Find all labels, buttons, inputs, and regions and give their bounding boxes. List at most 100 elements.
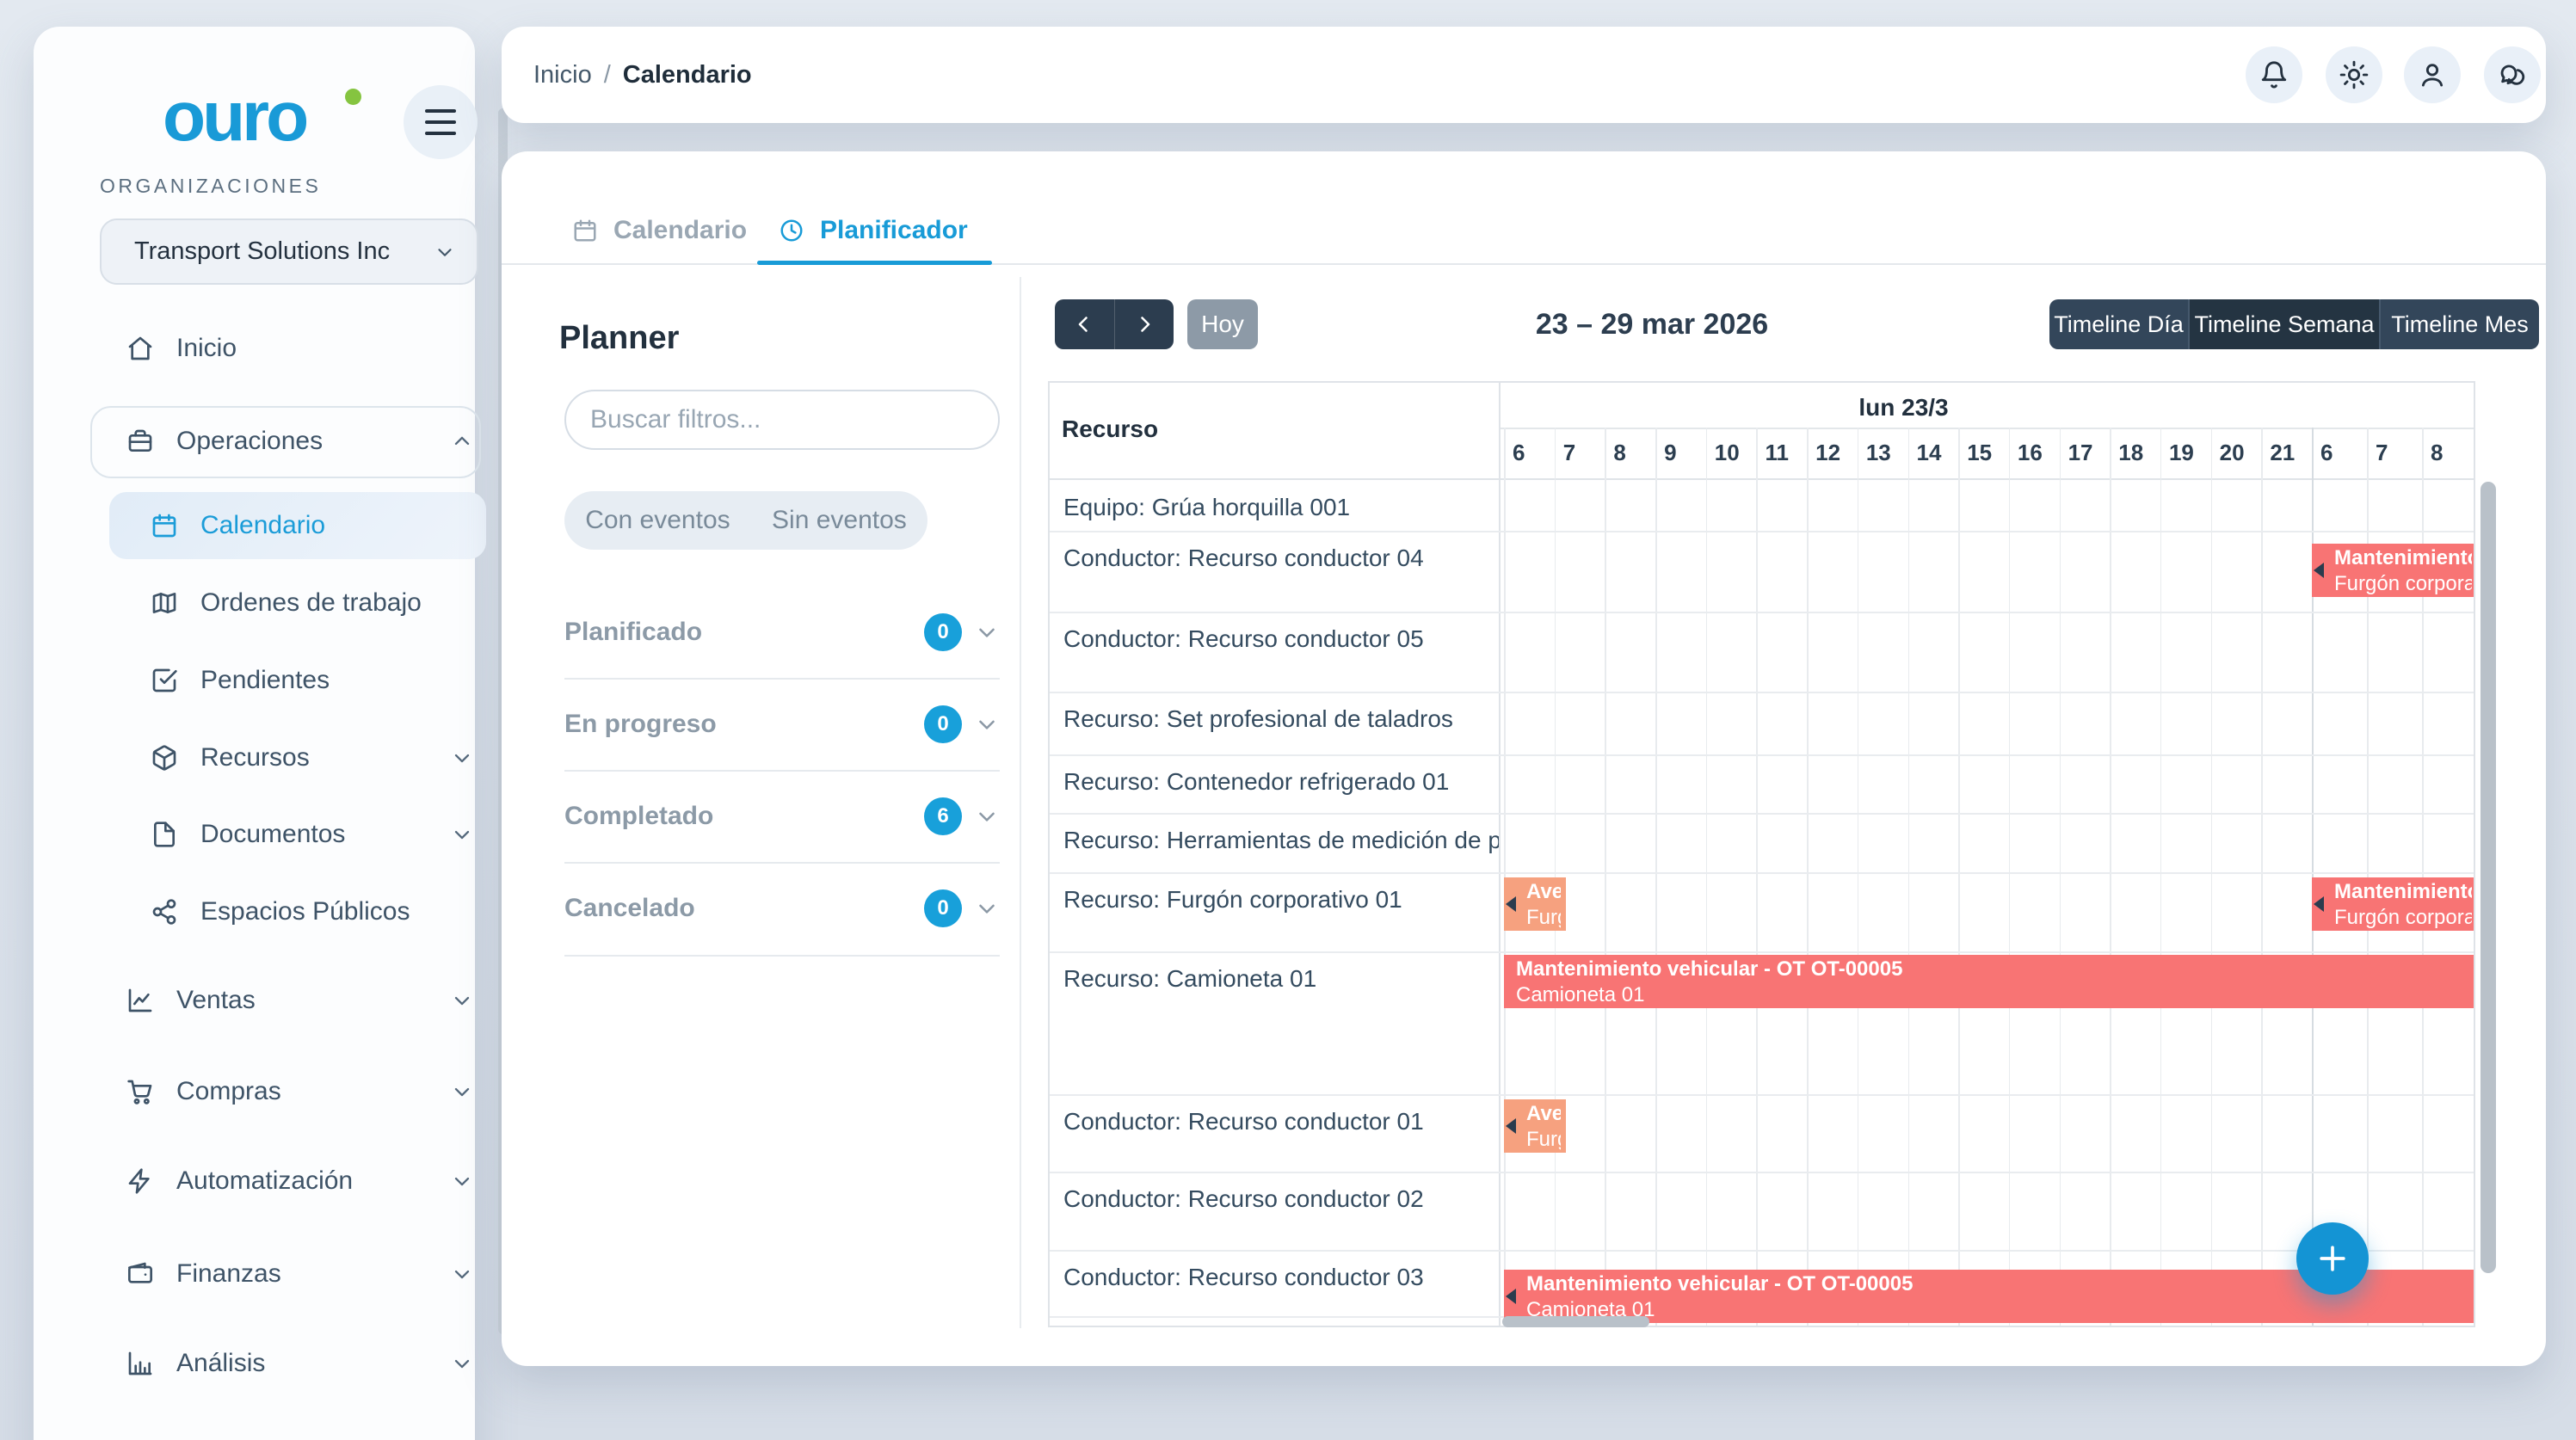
tab-planificador[interactable]: Planificador [779,206,968,255]
sidebar-item-label: Ordenes de trabajo [200,588,422,617]
sidebar-item-ventas[interactable]: Ventas [94,972,483,1029]
add-event-fab[interactable] [2296,1222,2369,1295]
box-icon [151,744,178,772]
check-square-icon [151,667,178,694]
planner-title: Planner [559,320,680,356]
sidebar-item-espacios-p-blicos[interactable]: Espacios Públicos [94,883,483,940]
breadcrumb-calendario: Calendario [622,60,752,89]
tab-calendario[interactable]: Calendario [572,206,747,255]
chat-button[interactable] [2484,46,2541,103]
view-button-timeline-mes[interactable]: Timeline Mes [2379,299,2539,349]
today-button[interactable]: Hoy [1187,299,1258,349]
calendar-icon [151,512,178,539]
resource-row-label: Recurso: Set profesional de taladros [1063,705,1453,732]
resource-row-label: Recurso: Contenedor refrigerado 01 [1063,768,1450,795]
status-section-cancelado[interactable]: Cancelado 0 [564,878,1000,938]
event-bar[interactable]: Mantenimiento ve Furgón corporativo [2312,877,2474,931]
event-title: Mantenimiento ve [2334,546,2472,569]
view-button-timeline-semana[interactable]: Timeline Semana [2188,299,2379,349]
sidebar-item-recursos[interactable]: Recursos [94,729,483,786]
next-period-button[interactable] [1113,299,1174,349]
hour-header-cell: 14 [1916,440,1942,465]
app-root: ouro ORGANIZACIONES Transport Solutions … [0,0,2576,1440]
user-icon [2418,60,2447,89]
tab-planificador-label: Planificador [820,216,968,244]
timeline-grid-body[interactable]: Equipo: Grúa horquilla 001 Conductor: Rec… [1050,480,2474,1326]
sidebar-item-compras[interactable]: Compras [94,1063,483,1120]
hour-header-cell: 6 [2320,440,2333,465]
event-subtitle: Furg… [1526,1128,1561,1151]
hour-header-cell: 8 [1613,440,1626,465]
resource-column-header: Recurso [1062,415,1159,442]
calendar-icon [572,218,598,243]
status-section-planificado[interactable]: Planificado 0 [564,602,1000,662]
prev-period-button[interactable] [1055,299,1114,349]
resource-row-label: Recurso: Camioneta 01 [1063,965,1317,992]
scheduler-grid: 6 7 8 9 10 11 12 13 14 15 16 17 18 19 20 21 6 7 8 Equipo: G… [1048,381,2475,1327]
vertical-scrollbar[interactable] [2480,482,2496,1273]
event-bar[interactable]: Mantenimiento ve Furgón corporativo [2312,544,2474,597]
resource-row-label: Conductor: Recurso conductor 01 [1063,1108,1424,1135]
status-count-badge: 0 [924,889,962,927]
chevron-down-icon [450,822,474,846]
event-subtitle: Furg… [1526,906,1561,929]
sidebar-item-label: Inicio [176,334,237,362]
event-title: Mantenimiento vehicular - OT OT-00005 [1516,957,1903,981]
sidebar-item-label: Pendientes [200,666,330,694]
organization-select[interactable]: Transport Solutions Inc [100,218,478,285]
sidebar-item-pendientes[interactable]: Pendientes [94,652,483,709]
breadcrumb: Inicio / Calendario [533,27,752,123]
resource-row-label: Conductor: Recurso conductor 04 [1063,545,1424,571]
event-bar[interactable]: Mantenimiento vehicular - OT OT-00005 Cam… [1504,955,2474,1008]
event-bar[interactable]: Aver… Furg… [1504,1099,1566,1153]
view-button-timeline-día[interactable]: Timeline Día [2049,299,2188,349]
sidebar-item-ordenes-de-trabajo[interactable]: Ordenes de trabajo [94,575,483,631]
sidebar-item-label: Recursos [200,743,310,772]
status-count-badge: 6 [924,797,962,835]
sidebar-item-inicio[interactable]: Inicio [94,320,483,377]
resource-row-label: Recurso: Herramientas de medición de pre… [1063,827,1499,853]
date-range-label: 23 – 29 mar 2026 [1535,307,1769,341]
toggle-con-eventos[interactable]: Con eventos [585,506,730,535]
chevron-down-icon [974,619,1000,645]
status-label: Completado [564,802,714,830]
event-title: Mantenimiento ve [2334,880,2472,903]
day-group-label: lun 23/3 [1858,394,1949,421]
sidebar-item-label: Ventas [176,986,256,1014]
breadcrumb-inicio[interactable]: Inicio [533,61,592,89]
sidebar-item-automatizaci-n[interactable]: Automatización [94,1153,483,1209]
sidebar-item-finanzas[interactable]: Finanzas [94,1246,483,1302]
event-left-arrow-icon [1506,896,1516,912]
share-icon [151,898,178,926]
chevron-down-icon [450,988,474,1012]
status-section-en-progreso[interactable]: En progreso 0 [564,694,1000,754]
chevron-down-icon [450,1080,474,1104]
sidebar-item-label: Finanzas [176,1259,281,1288]
sidebar-item-operaciones[interactable]: Operaciones [94,413,483,470]
status-divider [564,678,1000,680]
topbar [502,27,2546,123]
filter-search-input[interactable] [564,390,1000,450]
chart-line-icon [126,987,154,1014]
event-bar[interactable]: Aver… Furg… [1504,877,1566,931]
sidebar-item-configuraci-n[interactable]: Configuración [94,1424,483,1440]
file-icon [151,821,178,848]
hour-header-cell: 9 [1664,440,1677,465]
resource-row-label: Conductor: Recurso conductor 05 [1063,625,1424,652]
bell-button[interactable] [2246,46,2302,103]
sidebar-item-an-lisis[interactable]: Análisis [94,1335,483,1392]
sidebar-item-label: Espacios Públicos [200,897,410,926]
sidebar-collapse-button[interactable] [404,85,478,159]
toggle-sin-eventos[interactable]: Sin eventos [772,506,907,535]
user-button[interactable] [2404,46,2461,103]
briefcase-icon [126,428,154,455]
home-icon [126,335,154,362]
status-section-completado[interactable]: Completado 6 [564,786,1000,846]
sidebar-item-documentos[interactable]: Documentos [94,806,483,863]
hour-header-cell: 18 [2118,440,2144,465]
sidebar-item-calendario[interactable]: Calendario [94,497,483,554]
chevron-down-icon [450,1351,474,1375]
horizontal-scrollbar[interactable] [1502,1316,1649,1327]
sun-button[interactable] [2326,46,2382,103]
event-subtitle: Camioneta 01 [1526,1298,1655,1321]
